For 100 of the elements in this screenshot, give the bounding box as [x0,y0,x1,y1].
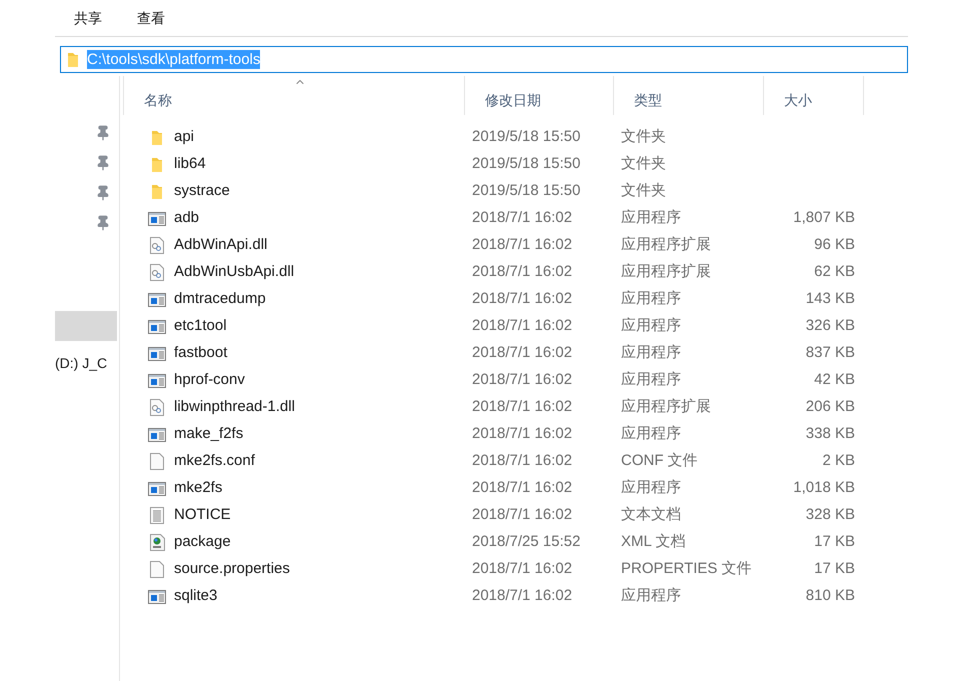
file-size: 62 KB [814,262,855,282]
gear-file-icon [150,237,164,254]
modified-date: 2018/7/1 16:02 [472,344,572,362]
file-name[interactable]: sqlite3 [174,585,218,608]
file-type: 应用程序 [621,479,681,496]
file-type: 应用程序 [621,587,681,604]
modified-date: 2018/7/1 16:02 [472,236,572,254]
modified-date: 2019/5/18 15:50 [472,155,580,172]
file-type: 应用程序 [621,317,681,334]
modified-date: 2018/7/1 16:02 [472,587,572,604]
ribbon-tab[interactable]: 共享 [74,8,102,28]
file-name[interactable]: api [174,126,194,149]
folder-icon [151,130,163,146]
file-name[interactable]: mke2fs.conf [174,450,255,473]
file-name[interactable]: package [174,531,231,554]
file-size: 326 KB [806,316,855,336]
file-type: 应用程序 [621,344,681,362]
file-size: 42 KB [814,370,855,390]
file-name[interactable]: AdbWinUsbApi.dll [174,261,294,284]
file-name[interactable]: hprof-conv [174,369,245,392]
ribbon-tab[interactable]: 查看 [137,8,165,28]
folder-icon [67,52,79,68]
globe-file-icon [150,534,164,551]
file-type: XML 文档 [621,533,686,550]
file-name[interactable]: dmtracedump [174,288,266,311]
application-icon [148,482,166,496]
file-size: 1,018 KB [793,478,855,498]
address-path: C:\tools\sdk\platform-tools [87,50,260,69]
file-size: 206 KB [806,397,855,418]
file-type: PROPERTIES 文件 [621,560,752,578]
file-name[interactable]: AdbWinApi.dll [174,234,268,257]
blank-file-icon [150,453,164,470]
file-type: 应用程序 [621,209,681,226]
modified-date: 2018/7/1 16:02 [472,479,572,496]
file-name[interactable]: source.properties [174,558,290,581]
pin-icon[interactable] [95,215,111,231]
modified-date: 2019/5/18 15:50 [472,182,580,200]
modified-date: 2018/7/25 15:52 [472,533,580,550]
application-icon [148,374,166,388]
gear-file-icon [150,399,164,416]
file-type: 应用程序 [621,290,681,308]
file-name[interactable]: lib64 [174,153,206,176]
drive-label[interactable]: (D:) J_C [55,353,119,374]
pin-icon[interactable] [95,155,111,171]
file-name[interactable]: fastboot [174,342,228,365]
file-size: 328 KB [806,505,855,526]
column-header[interactable]: 修改日期 [465,76,614,115]
file-size: 96 KB [814,235,855,256]
application-icon [148,428,166,442]
modified-date: 2018/7/1 16:02 [472,425,572,442]
pin-icon[interactable] [95,125,111,141]
text-file-icon [150,507,164,524]
file-name[interactable]: make_f2fs [174,423,244,446]
folder-icon [151,184,163,200]
modified-date: 2018/7/1 16:02 [472,263,572,280]
file-name[interactable]: etc1tool [174,315,227,338]
column-header[interactable]: 类型 [614,76,764,115]
application-icon [148,346,166,360]
blank-file-icon [150,561,164,578]
folder-icon [151,156,163,172]
file-name[interactable]: adb [174,207,200,230]
file-type: 应用程序 [621,425,681,442]
file-type: 文件夹 [621,155,666,172]
pin-icon[interactable] [95,185,111,201]
file-name[interactable]: NOTICE [174,504,231,527]
file-size: 810 KB [806,586,855,606]
file-size: 17 KB [814,559,855,580]
modified-date: 2018/7/1 16:02 [472,452,572,470]
modified-date: 2018/7/1 16:02 [472,398,572,416]
application-icon [148,212,166,226]
file-size: 338 KB [806,424,855,444]
file-type: 应用程序 [621,371,681,388]
modified-date: 2018/7/1 16:02 [472,209,572,226]
file-type: 应用程序扩展 [621,236,711,254]
file-type: 文件夹 [621,182,666,200]
application-icon [148,292,166,306]
file-name[interactable]: mke2fs [174,477,222,500]
modified-date: 2018/7/1 16:02 [472,371,572,388]
modified-date: 2018/7/1 16:02 [472,290,572,308]
file-size: 837 KB [806,343,855,364]
file-size: 143 KB [806,289,855,310]
modified-date: 2018/7/1 16:02 [472,506,572,524]
modified-date: 2018/7/1 16:02 [472,560,572,578]
application-icon [148,590,166,604]
file-type: 应用程序扩展 [621,263,711,280]
gear-file-icon [150,264,164,281]
application-icon [148,320,166,334]
file-type: CONF 文件 [621,452,698,470]
modified-date: 2019/5/18 15:50 [472,128,580,146]
column-header[interactable]: 名称 [123,76,465,115]
modified-date: 2018/7/1 16:02 [472,317,572,334]
file-name[interactable]: libwinpthread-1.dll [174,396,295,419]
file-type: 文件夹 [621,128,666,146]
file-size: 17 KB [814,532,855,552]
file-size: 1,807 KB [793,208,855,228]
file-size: 2 KB [822,451,855,472]
file-type: 文本文档 [621,506,681,524]
file-name[interactable]: systrace [174,180,230,203]
file-type: 应用程序扩展 [621,398,711,416]
column-header[interactable]: 大小 [764,76,864,115]
